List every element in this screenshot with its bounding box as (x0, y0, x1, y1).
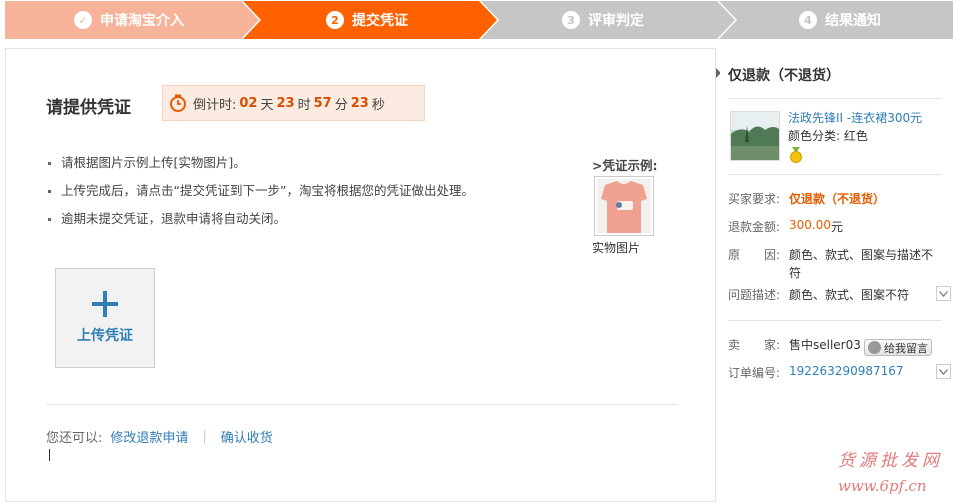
progress-steps: ✓ 申请淘宝介入 2 提交凭证 3 评审判定 4 结果通知 (5, 1, 953, 39)
upload-evidence-button[interactable]: 上传凭证 (55, 268, 155, 368)
clock-icon (170, 94, 186, 112)
site-watermark: 货源批发网 www.6pf.cn (838, 446, 943, 495)
shirt-example-image (597, 179, 651, 233)
seller-row: 卖 家: 售中seller03 (728, 336, 861, 353)
order-number-row: 订单编号: 192263290987167 (728, 364, 904, 381)
check-icon: ✓ (74, 11, 92, 29)
refund-amount-row: 退款金额: 300.00 元 (728, 218, 843, 235)
bullet-icon (48, 162, 51, 165)
product-attribute: 颜色分类: 红色 (788, 129, 868, 143)
row-key: 买家要求: (728, 192, 781, 206)
countdown-hours: 23 (276, 95, 295, 111)
chevron-down-icon (939, 368, 948, 375)
leave-message-button[interactable]: 给我留言 (864, 339, 932, 356)
step-number-3-icon: 3 (562, 11, 580, 29)
row-value: 仅退款（不退货） (789, 192, 886, 206)
alternative-actions: 您还可以: 修改退款申请 | 确认收货 (46, 427, 273, 446)
reason-row: 原 因: 颜色、款式、图案与描述不符 (728, 246, 939, 282)
countdown-hours-unit: 时 (297, 97, 311, 113)
plus-icon (92, 291, 118, 317)
buyer-request-row: 买家要求: 仅退款（不退货） (728, 190, 885, 207)
actions-prefix: 您还可以: (46, 431, 103, 446)
watermark-line-2: www.6pf.cn (838, 477, 927, 495)
order-number-link[interactable]: 192263290987167 (789, 364, 904, 381)
evidence-panel: 请提供凭证 倒计时: 02 天 23 时 57 分 23 秒 请根据图片示例上传… (5, 48, 716, 502)
text-caret (49, 449, 50, 461)
tip-text: 请根据图片示例上传[实物图片]。 (61, 155, 246, 170)
countdown-seconds: 23 (350, 95, 369, 111)
page-title: 请提供凭证 (46, 98, 131, 118)
divider (728, 320, 942, 321)
upload-label: 上传凭证 (77, 328, 133, 344)
refund-summary-sidebar: 仅退款（不退货） 法政先锋II -连衣裙300元 颜色分类: 红色 买家要求: … (716, 48, 954, 502)
row-value: 颜色、款式、图案不符 (789, 288, 910, 302)
row-key: 卖 家: (728, 338, 781, 352)
countdown-days: 02 (239, 95, 258, 111)
list-item: 请根据图片示例上传[实物图片]。 (46, 153, 474, 181)
countdown-timer: 倒计时: 02 天 23 时 57 分 23 秒 (162, 85, 425, 121)
step-3-label: 评审判定 (588, 13, 644, 29)
step-number-4-icon: 4 (799, 11, 817, 29)
step-1-label: 申请淘宝介入 (100, 13, 184, 29)
confirm-receipt-link[interactable]: 确认收货 (221, 427, 273, 446)
tip-text: 逾期未提交凭证，退款申请将自动关闭。 (61, 211, 287, 226)
countdown-seconds-unit: 秒 (371, 97, 385, 113)
chat-icon (868, 341, 881, 354)
product-photo (731, 112, 779, 160)
expand-description-button[interactable] (936, 286, 951, 301)
countdown-days-unit: 天 (260, 97, 274, 113)
example-thumbnail[interactable] (594, 176, 654, 236)
tip-text: 上传完成后，请点击“提交凭证到下一步”，淘宝将根据您的凭证做出处理。 (61, 183, 474, 198)
modify-refund-link[interactable]: 修改退款申请 (110, 427, 188, 446)
row-key: 原 因: (728, 248, 781, 262)
row-key: 退款金额: (728, 220, 781, 234)
issue-description-row: 问题描述: 颜色、款式、图案不符 (728, 286, 909, 303)
step-4-label: 结果通知 (825, 13, 881, 29)
gold-medal-icon (790, 147, 802, 163)
seller-name: 售中seller03 (789, 338, 861, 352)
list-item: 逾期未提交凭证，退款申请将自动关闭。 (46, 209, 474, 237)
step-1: ✓ 申请淘宝介入 (74, 1, 184, 39)
watermark-line-1: 货源批发网 (838, 451, 943, 471)
divider (728, 174, 942, 175)
refund-type-title: 仅退款（不退货） (728, 68, 840, 84)
leave-message-label: 给我留言 (884, 341, 928, 355)
step-2: 2 提交凭证 (326, 1, 408, 39)
product-image[interactable] (730, 111, 780, 161)
separator: | (202, 429, 207, 444)
product-name-link[interactable]: 法政先锋II -连衣裙300元 (788, 109, 922, 126)
step-4: 4 结果通知 (799, 1, 881, 39)
section-marker-icon (716, 68, 720, 78)
countdown-label: 倒计时: (193, 97, 237, 113)
row-key: 订单编号: (728, 366, 781, 380)
example-title: >凭证示例: (592, 158, 658, 173)
instruction-list: 请根据图片示例上传[实物图片]。 上传完成后，请点击“提交凭证到下一步”，淘宝将… (46, 153, 474, 237)
divider (728, 98, 942, 99)
step-3: 3 评审判定 (562, 1, 644, 39)
row-key: 问题描述: (728, 288, 781, 302)
expand-order-button[interactable] (936, 364, 951, 379)
currency-unit: 元 (831, 220, 844, 234)
chevron-down-icon (939, 290, 948, 297)
countdown-minutes: 57 (313, 95, 332, 111)
bullet-icon (48, 218, 51, 221)
step-2-label: 提交凭证 (352, 13, 408, 29)
refund-amount: 300.00 (789, 218, 831, 232)
step-number-2-icon: 2 (326, 11, 344, 29)
example-caption: 实物图片 (592, 241, 641, 255)
row-value: 颜色、款式、图案与描述不符 (789, 248, 934, 280)
list-item: 上传完成后，请点击“提交凭证到下一步”，淘宝将根据您的凭证做出处理。 (46, 181, 474, 209)
bullet-icon (48, 190, 51, 193)
divider (46, 404, 678, 405)
countdown-minutes-unit: 分 (334, 97, 348, 113)
